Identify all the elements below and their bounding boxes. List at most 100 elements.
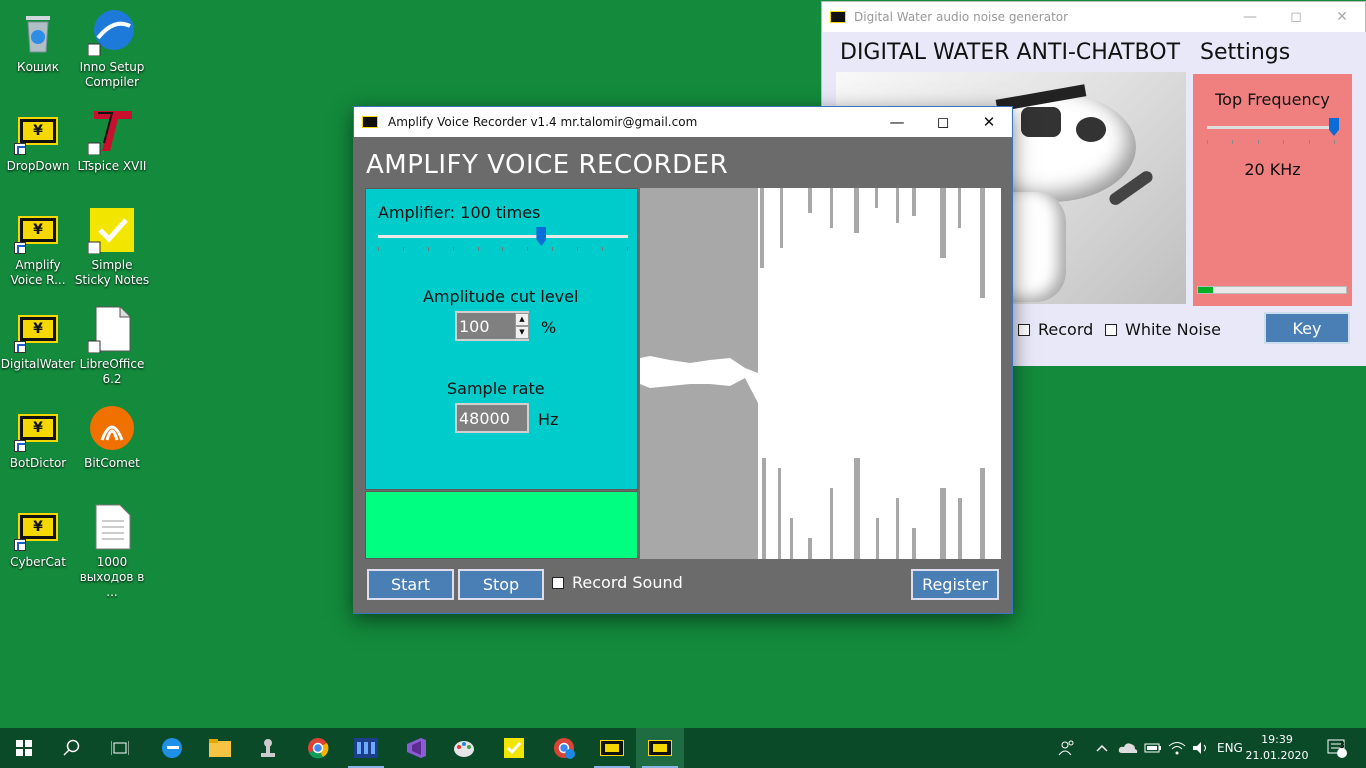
paint-icon[interactable]: [440, 728, 488, 768]
key-button[interactable]: Key: [1264, 312, 1350, 344]
yen-app-icon: ¥: [14, 503, 62, 551]
stop-button[interactable]: Stop: [458, 569, 544, 600]
notification-count: 3: [1339, 741, 1345, 751]
slider-ticks: [378, 247, 628, 251]
amplifier-slider[interactable]: [378, 227, 628, 246]
record-label: Record: [1038, 320, 1094, 339]
white-noise-checkbox[interactable]: White Noise: [1105, 320, 1221, 339]
text-file-icon: [88, 503, 136, 551]
yen-app-taskbar-icon[interactable]: [588, 728, 636, 768]
search-icon[interactable]: [48, 728, 96, 768]
record-checkbox[interactable]: Record: [1018, 320, 1093, 339]
desktop-icon-label: LTspice XVII: [77, 159, 147, 173]
edge-browser-icon[interactable]: [148, 728, 196, 768]
amplitude-spinner[interactable]: ▲ ▼: [515, 313, 529, 341]
desktop-icon-sticky-notes[interactable]: Simple Sticky Notes: [74, 206, 150, 288]
chevron-up-icon[interactable]: [1096, 728, 1108, 768]
window-controls: — ◻ ✕: [1227, 2, 1365, 32]
desktop-icon-text-file[interactable]: 1000 выходов в ...: [74, 503, 150, 600]
frequency-value: 20 KHz: [1244, 160, 1301, 179]
spin-up-icon[interactable]: ▲: [515, 313, 529, 326]
onedrive-cloud-icon[interactable]: [1118, 728, 1138, 768]
desktop-icon-label: Кошик: [17, 60, 59, 74]
desktop-icon-inno-setup[interactable]: Inno Setup Compiler: [74, 8, 150, 90]
slider-thumb[interactable]: [1329, 118, 1339, 136]
amplitude-cut-value: 100: [459, 316, 490, 336]
register-button[interactable]: Register: [911, 569, 999, 600]
sticky-notes-taskbar-icon[interactable]: [490, 728, 538, 768]
desktop-icon-digitalwater[interactable]: ¥ DigitalWater: [0, 305, 76, 372]
yen-app-icon: ¥: [14, 206, 62, 254]
yen-app-icon: ¥: [14, 404, 62, 452]
chrome-profile-icon[interactable]: [540, 728, 588, 768]
language-indicator[interactable]: ENG: [1217, 728, 1243, 768]
maximize-icon[interactable]: ◻: [1273, 2, 1319, 32]
maximize-icon[interactable]: ◻: [920, 107, 966, 137]
desktop-icon-label: BitComet: [84, 456, 140, 470]
sample-rate-value: 48000: [459, 408, 510, 428]
volume-icon[interactable]: [1192, 728, 1210, 768]
percent-unit: %: [541, 318, 557, 337]
spin-down-icon[interactable]: ▼: [515, 326, 529, 339]
hz-unit: Hz: [538, 410, 559, 429]
close-icon[interactable]: ✕: [1319, 2, 1365, 32]
start-button[interactable]: Start: [367, 569, 454, 600]
white-noise-label: White Noise: [1125, 320, 1221, 339]
clock[interactable]: 19:39 21.01.2020: [1242, 732, 1312, 764]
time: 19:39: [1261, 733, 1293, 746]
sample-rate-label: Sample rate: [447, 379, 545, 398]
sticky-notes-icon: [87, 206, 136, 255]
desktop-icon-label: 1000 выходов в ...: [79, 555, 145, 599]
chrome-icon[interactable]: [294, 728, 342, 768]
amplifier-label: Amplifier: 100 times: [378, 203, 541, 222]
desktop-icon-label: Inno Setup Compiler: [79, 60, 145, 89]
network-tool-icon[interactable]: [244, 728, 292, 768]
desktop-icon-cybercat[interactable]: ¥ CyberCat: [0, 503, 76, 570]
window-title: Digital Water audio noise generator: [854, 10, 1069, 24]
task-view-icon[interactable]: [96, 728, 144, 768]
desktop-icon-label: BotDictor: [9, 456, 67, 470]
sample-rate-input[interactable]: 48000: [455, 403, 529, 433]
top-frequency-label: Top Frequency: [1215, 90, 1330, 109]
checkbox-box[interactable]: [552, 576, 564, 589]
progress-fill: [1198, 287, 1213, 293]
date: 21.01.2020: [1245, 749, 1309, 762]
visual-studio-icon[interactable]: [392, 728, 440, 768]
frequency-slider[interactable]: [1207, 118, 1339, 136]
slider-thumb[interactable]: [536, 227, 547, 246]
desktop-icon-recycle-bin[interactable]: Кошик: [0, 8, 76, 75]
start-menu-icon[interactable]: [0, 728, 48, 768]
status-indicator: [365, 491, 638, 559]
desktop-icon-dropdown[interactable]: ¥ DropDown: [0, 107, 76, 174]
yen-app-taskbar-icon-active[interactable]: [636, 728, 684, 768]
desktop-icon-botdictor[interactable]: ¥ BotDictor: [0, 404, 76, 471]
checkbox-box[interactable]: [1105, 323, 1117, 336]
settings-heading: Settings: [1200, 40, 1291, 65]
desktop-icon-ltspice[interactable]: LTspice XVII: [74, 107, 150, 174]
waveform-graph: [640, 188, 1001, 559]
minimize-icon[interactable]: —: [874, 107, 920, 137]
app-icon: [830, 11, 846, 23]
record-sound-checkbox[interactable]: Record Sound: [552, 573, 683, 592]
desktop-icon-amplify[interactable]: ¥ Amplify Voice R...: [0, 206, 76, 288]
notification-center-icon[interactable]: 3: [1326, 728, 1348, 768]
checkbox-box[interactable]: [1018, 323, 1030, 336]
desktop-icon-bitcomet[interactable]: BitComet: [74, 404, 150, 471]
desktop-icon-libreoffice[interactable]: LibreOffice 6.2: [74, 305, 150, 387]
settings-panel: Top Frequency 20 KHz: [1193, 74, 1352, 306]
settings-panel: Amplifier: 100 times Amplitude cut level…: [365, 188, 638, 490]
film-app-icon[interactable]: [342, 728, 390, 768]
desktop-icon-label: DigitalWater: [0, 357, 76, 371]
page-title: AMPLIFY VOICE RECORDER: [366, 150, 729, 180]
page-title: DIGITAL WATER ANTI-CHATBOT: [840, 40, 1181, 65]
wifi-icon[interactable]: [1168, 728, 1186, 768]
file-explorer-icon[interactable]: [196, 728, 244, 768]
inno-setup-icon: [87, 8, 136, 57]
slider-ticks: [1207, 140, 1335, 144]
people-icon[interactable]: [1058, 728, 1076, 768]
battery-icon[interactable]: [1144, 728, 1162, 768]
level-progress-bar: [1197, 286, 1347, 294]
amplitude-cut-label: Amplitude cut level: [423, 287, 579, 306]
minimize-icon[interactable]: —: [1227, 2, 1273, 32]
close-icon[interactable]: ✕: [966, 107, 1012, 137]
